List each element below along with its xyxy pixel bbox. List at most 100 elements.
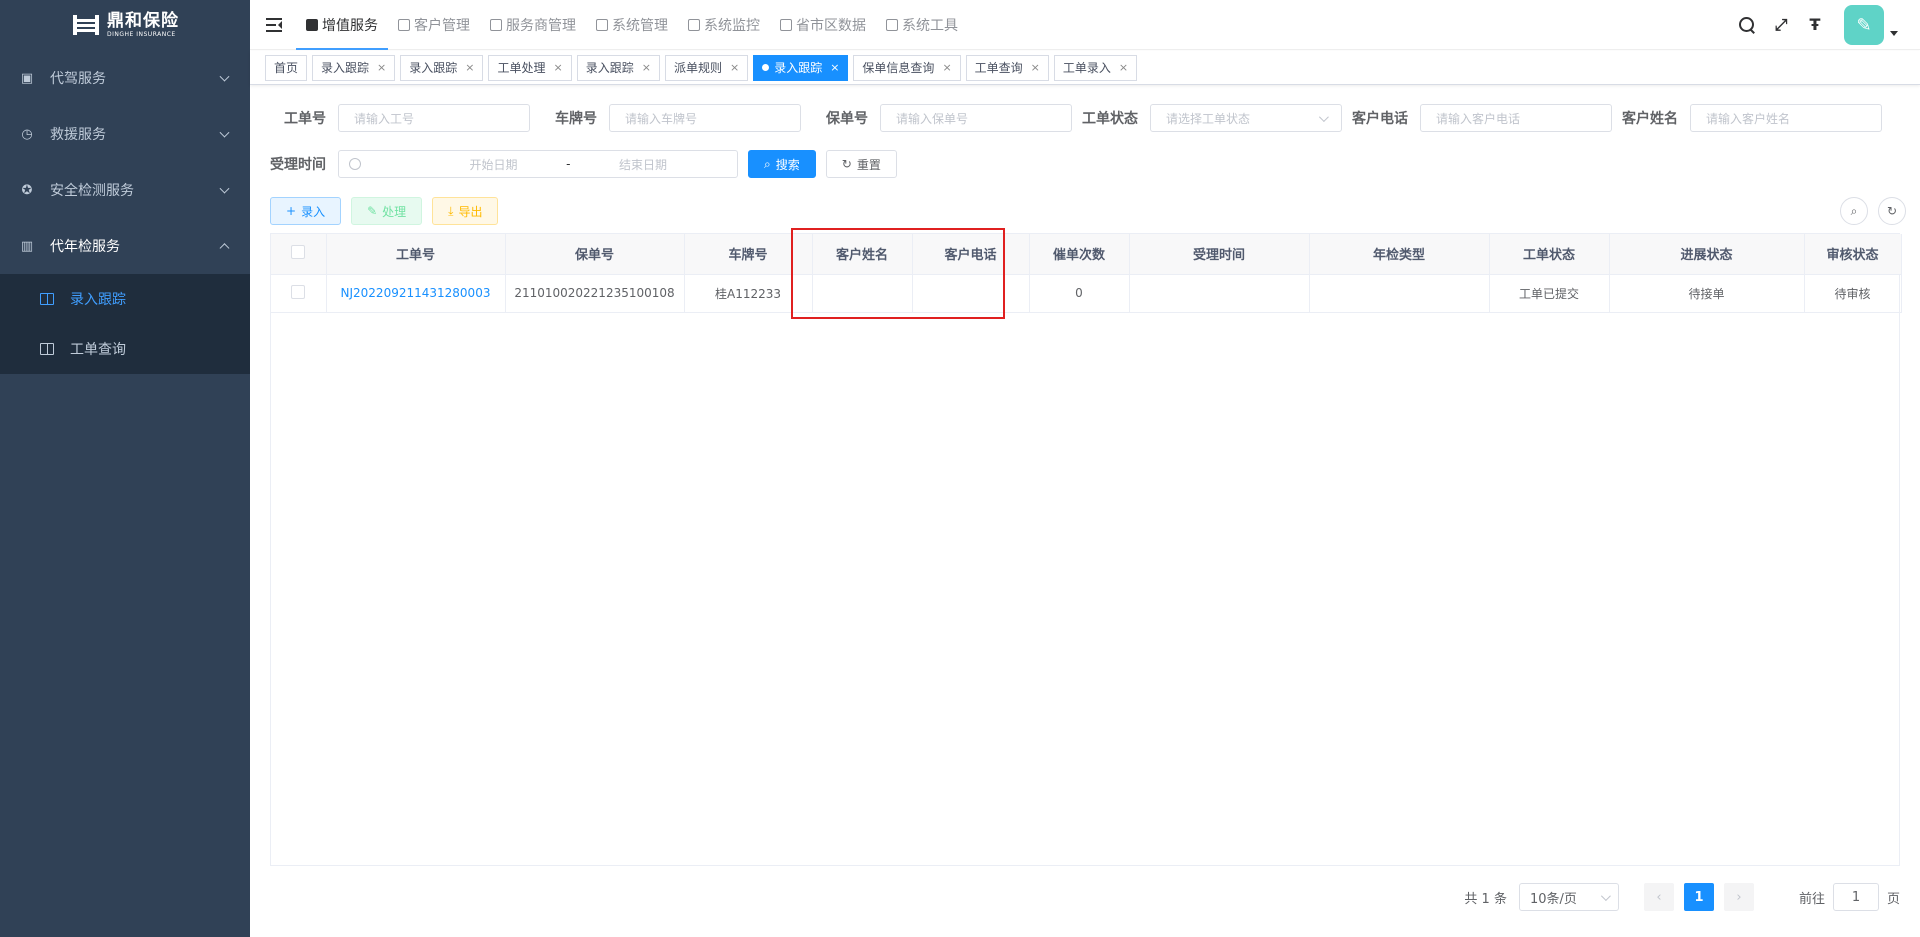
refresh-button[interactable]: ↻ <box>1878 197 1906 225</box>
policy-input[interactable]: 请输入保单号 <box>880 104 1072 132</box>
close-icon[interactable]: × <box>730 61 739 74</box>
tag-label: 派单规则 <box>673 61 722 75</box>
close-icon[interactable]: × <box>942 61 951 74</box>
brand-logo[interactable]: 鼎和保险 DINGHE INSURANCE <box>0 0 250 50</box>
plate-input[interactable]: 请输入车牌号 <box>609 104 801 132</box>
cell-review: 待审核 <box>1804 274 1902 313</box>
tag-home[interactable]: 首页 <box>265 54 308 81</box>
close-icon[interactable]: × <box>1031 61 1040 74</box>
menu-toggle-icon[interactable] <box>266 17 282 32</box>
select-all-checkbox[interactable] <box>291 244 306 259</box>
search-icon[interactable] <box>1738 16 1756 34</box>
search-icon: ⌕ <box>1850 203 1858 218</box>
cell-order-no: NJ202209211431280003 <box>326 274 506 313</box>
col-header[interactable]: 进展状态 <box>1609 234 1805 275</box>
topnav-monitor[interactable]: 系统监控 <box>678 0 770 50</box>
button-label: 处理 <box>382 204 407 219</box>
add-button[interactable]: + 录入 <box>270 197 342 225</box>
order-no-link[interactable]: NJ202209211431280003 <box>341 286 491 300</box>
avatar[interactable]: ✎ <box>1844 5 1884 45</box>
topnav-value-added[interactable]: 增值服务 <box>296 0 388 50</box>
status-select[interactable]: 请选择工单状态 <box>1150 104 1342 132</box>
col-header[interactable]: 受理时间 <box>1129 234 1310 275</box>
topnav-provider[interactable]: 服务商管理 <box>480 0 586 50</box>
next-page-button[interactable]: › <box>1723 883 1754 911</box>
tag-item[interactable]: 派单规则 × <box>664 54 749 81</box>
goto-page-input[interactable]: 1 <box>1832 883 1879 911</box>
col-header[interactable]: 年检类型 <box>1309 234 1490 275</box>
process-button[interactable]: ✎ 处理 <box>351 197 423 225</box>
table-row[interactable]: NJ202209211431280003 2110100202212351001… <box>271 274 1902 313</box>
tag-item[interactable]: 工单录入 × <box>1053 54 1138 81</box>
name-input[interactable]: 请输入客户姓名 <box>1690 104 1882 132</box>
topnav-tools[interactable]: 系统工具 <box>876 0 968 50</box>
cell-customer-phone <box>912 274 1030 313</box>
close-icon[interactable]: × <box>1119 61 1128 74</box>
toggle-search-button[interactable]: ⌕ <box>1840 197 1868 225</box>
date-range-picker[interactable]: 开始日期 - 结束日期 <box>338 150 738 178</box>
tag-item-active[interactable]: 录入跟踪 × <box>753 54 849 81</box>
sidebar-item-designated-driver[interactable]: ▣ 代驾服务 <box>0 50 250 106</box>
col-header[interactable]: 工单号 <box>326 234 506 275</box>
brand-name: 鼎和保险 <box>107 10 179 31</box>
filter-label-name: 客户姓名 <box>1622 111 1678 127</box>
tag-item[interactable]: 录入跟踪 × <box>400 54 484 81</box>
col-header[interactable]: 客户姓名 <box>812 234 913 275</box>
chat-icon <box>490 18 502 31</box>
tag-item[interactable]: 录入跟踪 × <box>576 54 660 81</box>
tag-item[interactable]: 录入跟踪 × <box>312 54 396 81</box>
sidebar-item-label: 代年检服务 <box>50 239 120 255</box>
search-button[interactable]: ⌕ 搜索 <box>748 150 816 178</box>
topnav-region[interactable]: 省市区数据 <box>770 0 876 50</box>
tag-item[interactable]: 工单查询 × <box>965 54 1049 81</box>
user-icon <box>398 18 410 31</box>
col-header[interactable]: 审核状态 <box>1804 234 1902 275</box>
page-number-button[interactable]: 1 <box>1683 883 1714 911</box>
font-size-icon[interactable]: Ŧ <box>1806 16 1824 34</box>
phone-input[interactable]: 请输入客户电话 <box>1420 104 1612 132</box>
end-date-placeholder: 结束日期 <box>618 157 667 172</box>
caret-down-icon[interactable] <box>1890 30 1898 36</box>
chevron-down-icon <box>1600 890 1611 901</box>
col-header[interactable]: 客户电话 <box>912 234 1030 275</box>
close-icon[interactable]: × <box>554 61 563 74</box>
close-icon[interactable]: × <box>377 61 386 74</box>
book-icon <box>40 343 54 355</box>
chevron-down-icon <box>219 183 230 194</box>
sidebar-item-safety-inspection[interactable]: ✪ 安全检测服务 <box>0 162 250 218</box>
navbar-right: ⤢ Ŧ ✎ <box>1730 0 1920 50</box>
fullscreen-icon[interactable]: ⤢ <box>1772 16 1790 34</box>
row-checkbox[interactable] <box>291 284 306 299</box>
sidebar-item-order-query[interactable]: 工单查询 <box>0 324 250 374</box>
sidebar-item-rescue[interactable]: ◷ 救援服务 <box>0 106 250 162</box>
filter-label-status: 工单状态 <box>1082 111 1138 127</box>
sidebar-item-entry-tracking[interactable]: 录入跟踪 <box>0 274 250 324</box>
select-all-cell <box>271 234 327 275</box>
chevron-down-icon <box>1318 111 1329 122</box>
col-header[interactable]: 工单状态 <box>1489 234 1610 275</box>
document-icon <box>306 18 318 31</box>
close-icon[interactable]: × <box>642 61 651 74</box>
brand-name-en: DINGHE INSURANCE <box>107 30 176 38</box>
main-content: 工单号 请输入工号 车牌号 请输入车牌号 保单号 请输入保单号 工单状态 请选择… <box>250 86 1920 937</box>
cell-customer-name <box>812 274 913 313</box>
page-size-select[interactable]: 10条/页 <box>1518 883 1619 911</box>
topnav-customer[interactable]: 客户管理 <box>388 0 480 50</box>
col-header[interactable]: 催单次数 <box>1029 234 1130 275</box>
placeholder: 请输入保单号 <box>896 111 969 126</box>
tag-item[interactable]: 工单处理 × <box>488 54 572 81</box>
sidebar: 鼎和保险 DINGHE INSURANCE ▣ 代驾服务 ◷ 救援服务 ✪ 安全… <box>0 0 250 937</box>
reset-button[interactable]: ↻ 重置 <box>825 150 897 178</box>
sidebar-item-annual-inspection[interactable]: ▥ 代年检服务 <box>0 218 250 274</box>
export-button[interactable]: ⤓ 导出 <box>432 197 499 225</box>
close-icon[interactable]: × <box>465 61 474 74</box>
search-icon: ⌕ <box>764 156 771 171</box>
close-icon[interactable]: × <box>830 61 839 74</box>
tag-label: 工单录入 <box>1062 61 1111 75</box>
tag-item[interactable]: 保单信息查询 × <box>853 54 961 81</box>
prev-page-button[interactable]: ‹ <box>1643 883 1674 911</box>
col-header[interactable]: 车牌号 <box>684 234 813 275</box>
col-header[interactable]: 保单号 <box>505 234 685 275</box>
topnav-system[interactable]: 系统管理 <box>586 0 678 50</box>
order-no-input[interactable]: 请输入工号 <box>338 104 530 132</box>
